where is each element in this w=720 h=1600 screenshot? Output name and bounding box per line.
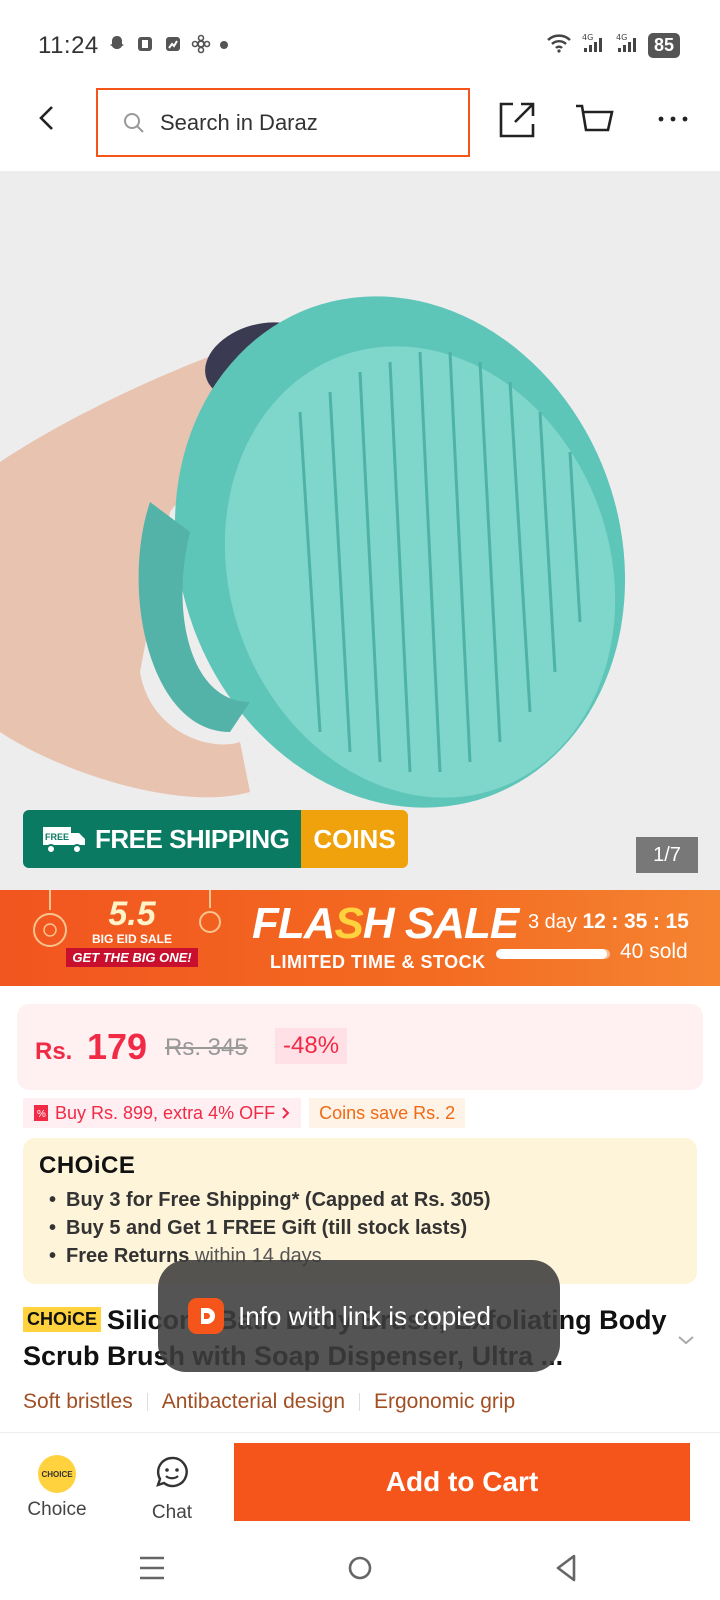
search-placeholder: Search in Daraz: [160, 109, 318, 135]
flash-sale-countdown: 3 day 12 : 35 : 15: [528, 910, 689, 933]
choice-benefit-item: Buy 3 for Free Shipping* (Capped at Rs. …: [49, 1186, 491, 1214]
choice-title-badge: CHOiCE: [23, 1307, 102, 1332]
countdown-hours: 12: [582, 910, 606, 933]
chat-label: Chat: [151, 1502, 193, 1523]
countdown-days: 3 day: [528, 911, 577, 933]
promo-chips: % Buy Rs. 899, extra 4% OFF Coins save R…: [23, 1098, 466, 1128]
flash-sale-title: FLASH SALE: [252, 899, 519, 948]
feature-divider: [359, 1393, 360, 1411]
countdown-seconds: 15: [665, 910, 689, 933]
voucher-icon: %: [34, 1105, 48, 1121]
home-button[interactable]: [340, 1548, 380, 1588]
more-dots-icon: [658, 116, 688, 122]
feature-tags: Soft bristles Antibacterial design Ergon…: [23, 1390, 515, 1414]
discount-badge: -48%: [275, 1028, 348, 1064]
free-shipping-label: FREE SHIPPING: [95, 823, 290, 854]
svg-text:4G: 4G: [616, 33, 627, 42]
product-image-gallery[interactable]: FREE FREE SHIPPING COINS 1/7: [0, 172, 720, 890]
buy-more-promo-chip[interactable]: % Buy Rs. 899, extra 4% OFF: [23, 1098, 302, 1128]
pinwheel-icon: [190, 34, 212, 56]
back-triangle-icon: [556, 1554, 576, 1582]
sold-count: 40 sold: [620, 940, 688, 963]
eid-sale-line1: BIG EID SALE: [91, 932, 172, 946]
free-shipping-coins-banner: FREE FREE SHIPPING COINS: [23, 810, 408, 868]
signal-4g-icon: 4G: [580, 32, 606, 59]
status-bar: 11:24 4G 4G 85: [0, 0, 720, 84]
share-button[interactable]: [497, 100, 537, 140]
product-photo-brush: [0, 296, 626, 808]
expand-title-button[interactable]: [674, 1328, 698, 1352]
price-card: Rs. 179 Rs. 345 -48%: [17, 1004, 703, 1090]
eid-sale-line2: GET THE BIG ONE!: [66, 948, 198, 967]
flash-title-part1: FLA: [252, 899, 336, 948]
countdown-minutes: 35: [623, 910, 648, 933]
image-counter: 1/7: [636, 837, 698, 873]
choice-benefit-text: Buy 3 for Free Shipping* (Capped at Rs. …: [66, 1189, 491, 1211]
original-price: Rs. 345: [165, 1034, 248, 1061]
cart-button[interactable]: [574, 100, 614, 140]
share-icon: [499, 102, 535, 138]
flash-sale-subtitle: LIMITED TIME & STOCK: [270, 952, 486, 972]
flash-title-bolt: S: [334, 899, 364, 948]
chevron-down-icon: [678, 1336, 694, 1345]
app-notification-icon: [162, 34, 184, 56]
svg-text:%: %: [37, 1109, 46, 1120]
search-icon: [124, 112, 144, 133]
system-back-button[interactable]: [546, 1548, 586, 1588]
feature-tag: Antibacterial design: [161, 1390, 345, 1413]
coins-save-chip[interactable]: Coins save Rs. 2: [309, 1098, 466, 1128]
choice-benefit-item: Buy 5 and Get 1 FREE Gift (till stock la…: [49, 1214, 491, 1242]
flash-title-part2: H SALE: [362, 899, 519, 948]
price-value: 179: [87, 1026, 148, 1067]
add-to-cart-button[interactable]: Add to Cart: [234, 1443, 690, 1521]
feature-tag: Ergonomic grip: [374, 1390, 516, 1413]
free-tag-text: FREE: [45, 832, 69, 842]
flash-sale-banner[interactable]: 5.5 BIG EID SALE GET THE BIG ONE! FLASH …: [0, 890, 720, 986]
cart-icon: [576, 104, 614, 132]
chat-icon: [156, 1456, 188, 1488]
feature-tag: Soft bristles: [23, 1390, 133, 1413]
app-notification-icon: [134, 34, 156, 56]
chat-button[interactable]: Chat: [140, 1455, 204, 1524]
status-time: 11:24: [38, 32, 99, 59]
sold-progress-fill: [496, 949, 607, 959]
more-options-button[interactable]: [655, 104, 691, 134]
feature-divider: [146, 1393, 148, 1411]
search-input[interactable]: Search in Daraz: [96, 88, 470, 157]
top-header: Search in Daraz: [0, 84, 720, 172]
buy-more-promo-text: Buy Rs. 899, extra 4% OFF: [55, 1102, 276, 1123]
free-shipping-tag: FREE FREE SHIPPING: [23, 810, 302, 868]
recent-apps-button[interactable]: [132, 1548, 172, 1588]
eid-sale-badge: 5.5 BIG EID SALE GET THE BIG ONE!: [62, 896, 202, 984]
back-button[interactable]: [32, 102, 64, 134]
notification-icons: [106, 34, 228, 56]
menu-lines-icon: [140, 1556, 164, 1580]
chevron-right-icon: [282, 1107, 290, 1119]
signal-4g-icon: 4G: [614, 32, 640, 59]
eid-sale-number: 5.5: [108, 895, 156, 933]
system-status-icons: 4G 4G 85: [546, 32, 680, 59]
daraz-app-icon: [188, 1298, 224, 1334]
home-circle-icon: [348, 1556, 372, 1580]
battery-indicator: 85: [647, 33, 680, 58]
copied-toast: Info with link is copied: [158, 1260, 560, 1372]
snapchat-icon: [106, 34, 128, 56]
more-notifications-dot: [220, 41, 228, 49]
coins-tag: COINS: [301, 810, 408, 868]
choice-benefits-list: Buy 3 for Free Shipping* (Capped at Rs. …: [49, 1186, 491, 1270]
toast-message: Info with link is copied: [238, 1300, 491, 1331]
bottom-action-bar: CHOICE Choice Chat Add to Cart: [0, 1432, 720, 1534]
choice-store-button[interactable]: CHOICE Choice: [22, 1455, 92, 1521]
sold-progress-bar: [496, 949, 610, 959]
wifi-icon: [546, 32, 572, 59]
delivery-truck-icon: FREE: [43, 827, 85, 854]
svg-text:4G: 4G: [582, 33, 593, 42]
choice-benefit-text: Buy 5 and Get 1 FREE Gift (till stock la…: [66, 1217, 468, 1239]
choice-logo: CHOiCE: [39, 1152, 136, 1179]
chevron-left-icon: [39, 106, 53, 130]
price-currency: Rs.: [35, 1038, 73, 1065]
choice-label: Choice: [27, 1499, 87, 1520]
choice-coin-icon: CHOICE: [38, 1455, 76, 1493]
system-nav-bar: [0, 1534, 720, 1600]
